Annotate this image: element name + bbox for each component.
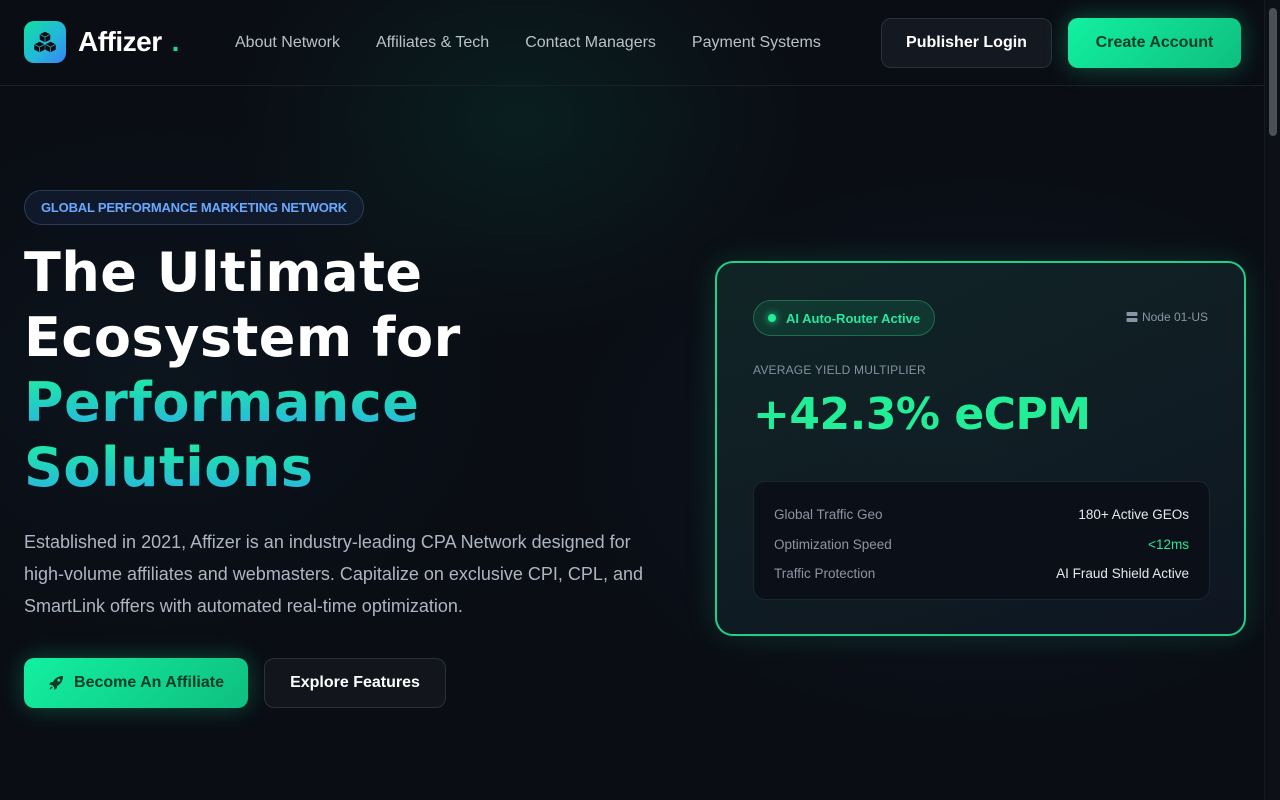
status-badge: AI Auto-Router Active xyxy=(753,300,936,336)
brand-dot: . xyxy=(171,26,180,57)
nav-affiliates-tech[interactable]: Affiliates & Tech xyxy=(376,34,489,52)
hero-title-line3: Performance xyxy=(24,371,420,434)
hero-title-line2: Ecosystem for xyxy=(24,306,461,369)
become-affiliate-button[interactable]: Become An Affiliate xyxy=(24,658,248,708)
hero-description: Established in 2021, Affizer is an indus… xyxy=(24,532,643,616)
stat-value: AI Fraud Shield Active xyxy=(1056,566,1189,582)
yield-card: AI Auto-Router Active Node 01-US AVERAGE… xyxy=(715,261,1246,636)
nav-payment-systems[interactable]: Payment Systems xyxy=(692,34,821,52)
brand-logo[interactable]: Affizer . xyxy=(24,21,179,63)
hero-badge: GLOBAL PERFORMANCE MARKETING NETWORK xyxy=(24,190,364,225)
yield-label: AVERAGE YIELD MULTIPLIER xyxy=(753,363,926,377)
stat-row: Traffic Protection AI Fraud Shield Activ… xyxy=(774,559,1189,589)
brand-name: Affizer xyxy=(78,26,162,57)
server-icon xyxy=(1126,312,1138,322)
nav-about-network[interactable]: About Network xyxy=(235,34,340,52)
cubes-icon xyxy=(24,21,66,63)
site-header: Affizer . About Network Affiliates & Tec… xyxy=(0,0,1264,86)
become-affiliate-label: Become An Affiliate xyxy=(74,674,224,691)
hero-title-line1: The Ultimate xyxy=(24,241,423,304)
stat-label: Global Traffic Geo xyxy=(774,507,883,523)
stat-label: Optimization Speed xyxy=(774,536,892,552)
yield-value: +42.3% eCPM xyxy=(753,389,1091,440)
stats-panel: Global Traffic Geo 180+ Active GEOs Opti… xyxy=(753,481,1210,600)
scrollbar-thumb[interactable] xyxy=(1269,8,1277,136)
explore-features-button[interactable]: Explore Features xyxy=(264,658,446,708)
hero-title: The Ultimate Ecosystem for Performance S… xyxy=(24,240,664,500)
node-indicator: Node 01-US xyxy=(1126,310,1208,324)
nav-contact-managers[interactable]: Contact Managers xyxy=(525,34,656,52)
status-dot-icon xyxy=(768,314,776,322)
create-account-button[interactable]: Create Account xyxy=(1068,18,1241,68)
hero-title-line4: Solutions xyxy=(24,436,314,499)
node-label: Node 01-US xyxy=(1141,310,1208,324)
stat-value: <12ms xyxy=(1148,536,1189,552)
publisher-login-button[interactable]: Publisher Login xyxy=(881,18,1052,68)
rocket-icon xyxy=(49,676,64,690)
stat-row: Optimization Speed <12ms xyxy=(774,530,1189,560)
status-label: AI Auto-Router Active xyxy=(786,310,921,326)
stat-label: Traffic Protection xyxy=(774,566,876,582)
stat-value: 180+ Active GEOs xyxy=(1078,507,1189,523)
page-scrollbar[interactable] xyxy=(1264,0,1280,800)
main-nav: About Network Affiliates & Tech Contact … xyxy=(235,34,857,52)
stat-row: Global Traffic Geo 180+ Active GEOs xyxy=(774,500,1189,530)
